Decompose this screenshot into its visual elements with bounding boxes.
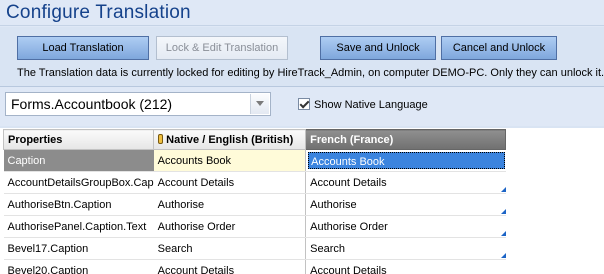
- french-cell[interactable]: Account Details: [305, 259, 506, 274]
- french-cell[interactable]: Accounts Book: [305, 149, 506, 172]
- show-native-label: Show Native Language: [314, 99, 428, 111]
- property-cell[interactable]: AuthoriseBtn.Caption: [3, 193, 154, 216]
- table-row[interactable]: Bevel17.Caption Search Search: [3, 237, 506, 260]
- french-cell[interactable]: Authorise: [305, 193, 506, 216]
- grid-top-divider: [0, 126, 604, 128]
- window-title: Configure Translation: [6, 2, 191, 23]
- french-text: Accounts Book: [311, 156, 385, 168]
- property-cell[interactable]: Bevel17.Caption: [3, 237, 154, 260]
- lock-icon: [158, 133, 164, 144]
- french-text: Authorise Order: [310, 220, 388, 233]
- native-cell[interactable]: Authorise Order: [153, 215, 306, 238]
- form-select[interactable]: Forms.Accountbook (212): [5, 92, 271, 116]
- cancel-and-unlock-button[interactable]: Cancel and Unlock: [441, 36, 557, 60]
- french-text: Account Details: [310, 176, 387, 189]
- translation-grid-area: Properties Native / English (British) Fr…: [0, 126, 604, 274]
- translation-grid[interactable]: Properties Native / English (British) Fr…: [2, 129, 507, 274]
- column-header-french[interactable]: French (France): [305, 129, 507, 150]
- toolbar: Load Translation Lock & Edit Translation…: [0, 27, 604, 87]
- native-cell[interactable]: Accounts Book: [153, 149, 306, 172]
- table-row[interactable]: AuthoriseBtn.Caption Authorise Authorise: [3, 193, 506, 216]
- native-cell[interactable]: Search: [153, 237, 306, 260]
- french-cell[interactable]: Account Details: [305, 171, 506, 194]
- show-native-checkbox[interactable]: [298, 98, 310, 110]
- form-select-value: Forms.Accountbook (212): [11, 96, 173, 112]
- french-text: Authorise: [310, 198, 357, 211]
- header-label: Properties: [8, 133, 63, 146]
- property-cell[interactable]: AuthorisePanel.Caption.Text: [3, 215, 154, 238]
- selected-cell-editor[interactable]: Accounts Book: [308, 152, 505, 169]
- table-row[interactable]: AuthorisePanel.Caption.Text Authorise Or…: [3, 215, 506, 238]
- translation-marker-icon: [500, 187, 506, 192]
- chevron-down-icon: [256, 101, 264, 106]
- translation-marker-icon: [500, 231, 506, 236]
- table-row[interactable]: Caption Accounts Book Accounts Book: [3, 149, 506, 172]
- native-cell[interactable]: Account Details: [153, 171, 306, 194]
- french-text: Account Details: [310, 264, 387, 274]
- french-cell[interactable]: Authorise Order: [305, 215, 506, 238]
- property-cell[interactable]: Bevel20.Caption: [3, 259, 154, 274]
- lock-edit-translation-button[interactable]: Lock & Edit Translation: [156, 36, 288, 60]
- table-row[interactable]: Bevel20.Caption Account Details Account …: [3, 259, 506, 274]
- dropdown-button[interactable]: [250, 94, 269, 114]
- french-text: Search: [310, 242, 345, 255]
- lock-status-message: The Translation data is currently locked…: [17, 67, 604, 79]
- translation-marker-icon: [500, 209, 506, 214]
- french-cell[interactable]: Search: [305, 237, 506, 260]
- load-translation-button[interactable]: Load Translation: [17, 36, 149, 60]
- grid-header-row: Properties Native / English (British) Fr…: [2, 129, 507, 150]
- table-row[interactable]: AccountDetailsGroupBox.Cap Account Detai…: [3, 171, 506, 194]
- property-cell[interactable]: Caption: [3, 149, 154, 172]
- column-header-native[interactable]: Native / English (British): [153, 129, 307, 150]
- header-label: French (France): [310, 133, 394, 146]
- save-and-unlock-button[interactable]: Save and Unlock: [320, 36, 436, 60]
- native-cell[interactable]: Account Details: [153, 259, 306, 274]
- native-cell[interactable]: Authorise: [153, 193, 306, 216]
- column-header-properties[interactable]: Properties: [2, 129, 155, 150]
- title-bar: Configure Translation: [0, 0, 604, 26]
- translation-marker-icon: [500, 253, 506, 258]
- property-cell[interactable]: AccountDetailsGroupBox.Cap: [3, 171, 154, 194]
- header-label: Native / English (British): [166, 133, 294, 146]
